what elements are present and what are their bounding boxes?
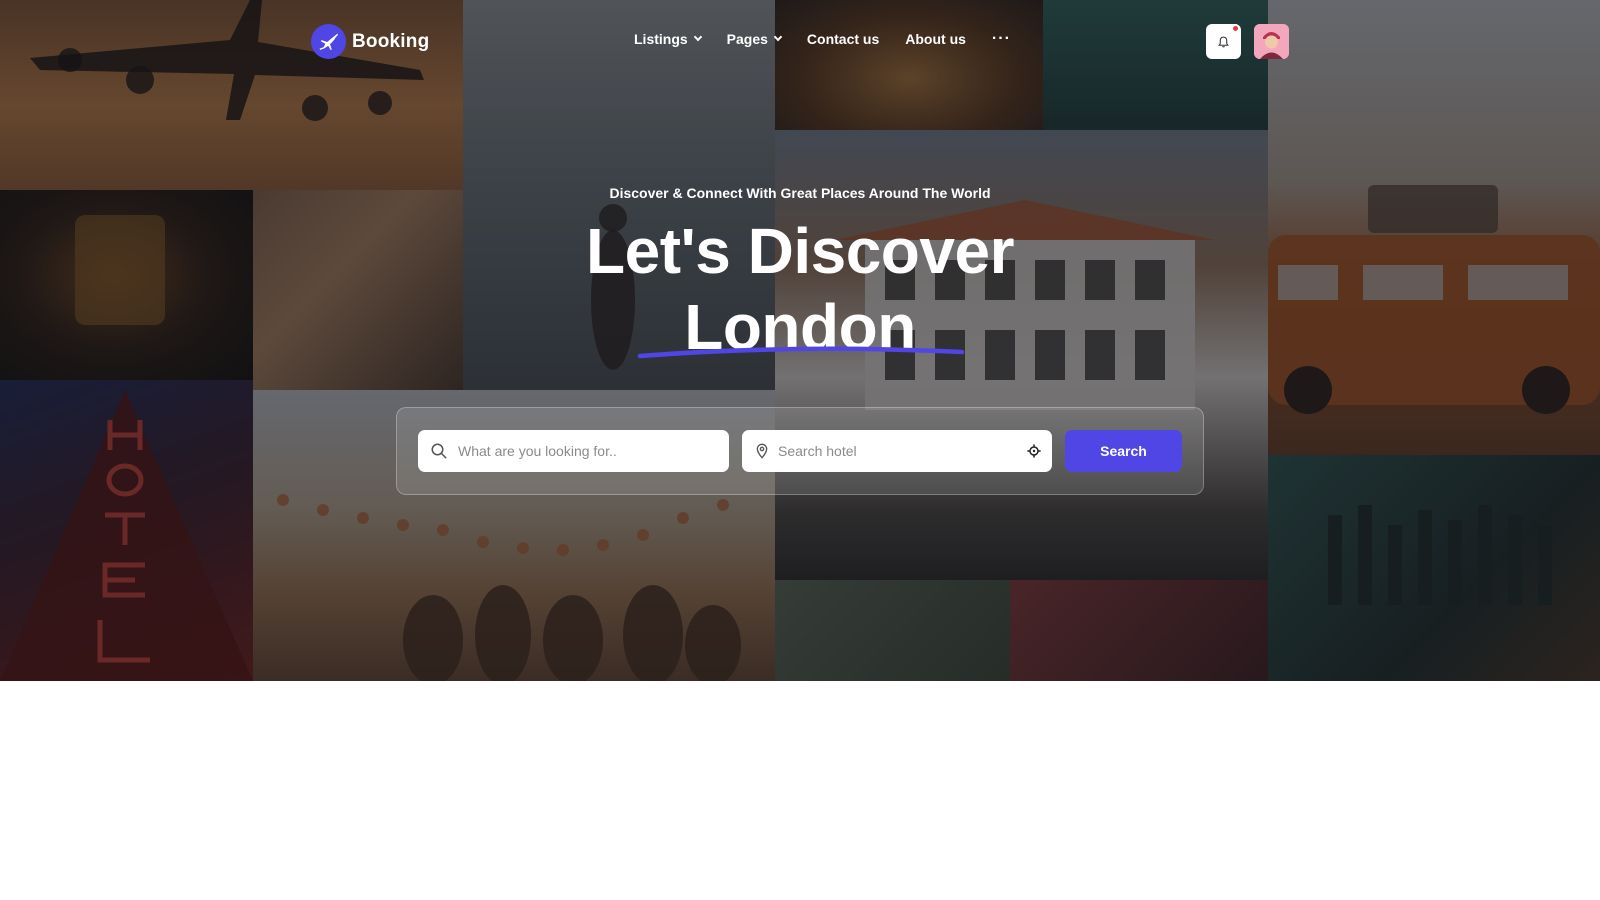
search-panel: Search (396, 407, 1204, 495)
brand-logo[interactable]: Booking (311, 24, 429, 59)
keyword-search-input[interactable] (458, 443, 729, 459)
crosshair-locate-icon[interactable] (1026, 443, 1042, 459)
nav-item-listings[interactable]: Listings (634, 31, 702, 47)
nav-item-contact[interactable]: Contact us (807, 31, 879, 47)
nav-label: Listings (634, 31, 688, 47)
airplane-logo-icon (311, 24, 346, 59)
brand-name: Booking (352, 30, 430, 52)
nav-label: Contact us (806, 31, 880, 47)
hero-section: Booking Listings Pages Contact us About … (0, 0, 1600, 681)
main-nav: Listings Pages Contact us About us ··· (634, 31, 1011, 48)
headline-underline-decoration (637, 346, 965, 359)
nav-item-pages[interactable]: Pages (726, 31, 783, 47)
nav-item-about[interactable]: About us (905, 31, 966, 47)
nav-label: Pages (726, 31, 768, 47)
notification-dot (1231, 24, 1240, 33)
chevron-down-icon (693, 32, 702, 42)
keyword-search-field (418, 430, 729, 472)
bell-icon (1217, 35, 1230, 49)
location-search-input[interactable] (778, 443, 1026, 459)
headline-line-1: Let's Discover (586, 215, 1014, 287)
notification-button[interactable] (1206, 24, 1241, 59)
location-search-field (742, 430, 1052, 472)
map-pin-icon (754, 442, 770, 460)
more-menu-button[interactable]: ··· (992, 31, 1011, 47)
nav-label: About us (905, 31, 966, 47)
chevron-down-icon (773, 32, 783, 42)
search-button[interactable]: Search (1065, 430, 1182, 472)
user-avatar[interactable] (1254, 24, 1289, 59)
hero-subtitle: Discover & Connect With Great Places Aro… (609, 185, 991, 201)
search-icon (430, 442, 448, 460)
